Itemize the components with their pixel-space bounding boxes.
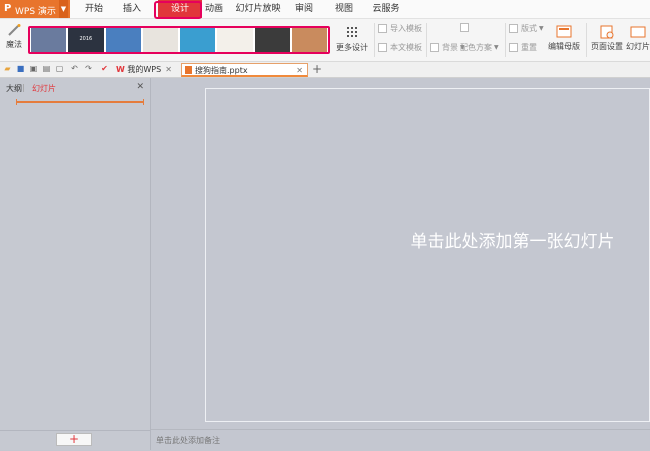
- layout-icon: [509, 24, 518, 33]
- template-thumb[interactable]: [105, 28, 141, 52]
- color-scheme-button[interactable]: 配色方案 ▼: [460, 42, 499, 53]
- import-template-button[interactable]: 导入模板: [378, 23, 422, 34]
- grid-icon: [344, 26, 360, 40]
- import-icon: [378, 24, 387, 33]
- tab-document[interactable]: 搜狗指南.pptx ✕: [181, 63, 308, 77]
- palette-button[interactable]: [460, 23, 472, 32]
- magic-wand-icon: [6, 23, 22, 37]
- tab-slideshow[interactable]: 幻灯片放映: [234, 0, 282, 18]
- add-slide-button[interactable]: +: [56, 433, 92, 446]
- slides-panel: 大纲 | 幻灯片 ✕ +: [0, 78, 151, 450]
- more-design-button[interactable]: 更多设计: [334, 26, 370, 53]
- layout-button[interactable]: 版式 ▼: [509, 23, 544, 34]
- more-design-label: 更多设计: [336, 43, 368, 52]
- divider: [426, 23, 427, 57]
- reset-button[interactable]: 重置: [509, 42, 537, 53]
- chevron-down-icon[interactable]: ▼: [59, 0, 68, 18]
- notes-placeholder[interactable]: 单击此处添加备注: [156, 435, 220, 446]
- tab-my-wps-label: 我的WPS: [127, 65, 162, 74]
- template-gallery[interactable]: 2016: [28, 26, 330, 54]
- template-thumb[interactable]: [180, 28, 216, 52]
- ribbon: 魔法 2016 更多设计 导入模板 本文模板 背景 ▼ 配色方案 ▼ 版式 ▼ 重置: [0, 19, 650, 62]
- tab-animation[interactable]: 动画: [202, 0, 226, 18]
- palette-icon: [460, 23, 469, 32]
- add-first-slide-prompt[interactable]: 单击此处添加第一张幻灯片: [206, 227, 649, 252]
- open-folder-icon[interactable]: ▰: [3, 64, 12, 74]
- divider: [374, 23, 375, 57]
- highlight-box: [154, 1, 202, 19]
- slide-editor: 单击此处添加第一张幻灯片: [151, 78, 650, 428]
- save-icon[interactable]: ■: [16, 64, 25, 74]
- template-thumb[interactable]: [142, 28, 178, 52]
- quick-access-toolbar: ▰ ■ ▣ ▤ ▢ ↶ ↷ ✔ W 我的WPS ✕ 搜狗指南.pptx ✕ +: [0, 62, 650, 78]
- tab-view[interactable]: 视图: [330, 0, 358, 18]
- divider: [0, 430, 150, 431]
- tab-home[interactable]: 开始: [80, 0, 108, 18]
- app-menu-button[interactable]: P WPS 演示 ▼: [0, 0, 70, 18]
- app-name: WPS 演示: [15, 7, 56, 17]
- edit-master-button[interactable]: 编辑母版: [546, 25, 582, 52]
- template-thumb[interactable]: [291, 28, 327, 52]
- preview-icon[interactable]: ▢: [55, 64, 64, 74]
- divider: [505, 23, 506, 57]
- insertion-marker: [16, 99, 144, 105]
- export-icon[interactable]: ▣: [29, 64, 38, 74]
- new-tab-plus-icon[interactable]: +: [312, 63, 322, 75]
- print-icon[interactable]: ▤: [42, 64, 51, 74]
- close-icon[interactable]: ✕: [165, 63, 172, 76]
- tab-cloud[interactable]: 云服务: [366, 0, 406, 18]
- magic-label: 魔法: [6, 40, 22, 49]
- template-thumb[interactable]: [254, 28, 290, 52]
- slide-size-icon: [630, 25, 646, 39]
- background-icon: [430, 43, 439, 52]
- notes-pane[interactable]: 单击此处添加备注: [151, 429, 650, 451]
- page-setup-button[interactable]: 页面设置: [590, 25, 624, 52]
- page-setup-icon: [599, 25, 615, 39]
- template-thumb[interactable]: [217, 28, 253, 52]
- slide-size-button[interactable]: 幻灯片: [626, 25, 650, 52]
- tab-review[interactable]: 审阅: [290, 0, 318, 18]
- slide-placeholder[interactable]: 单击此处添加第一张幻灯片: [205, 88, 650, 422]
- template-icon: [378, 43, 387, 52]
- pptx-file-icon: [185, 66, 192, 74]
- wps-w-icon: W: [116, 65, 125, 74]
- pin-icon[interactable]: ✔: [100, 64, 109, 74]
- menu-bar: P WPS 演示 ▼ 开始 插入 设计 动画 幻灯片放映 审阅 视图 云服务: [0, 0, 650, 19]
- undo-icon[interactable]: ↶: [70, 64, 79, 74]
- tab-slides[interactable]: 幻灯片: [32, 83, 56, 94]
- template-thumb[interactable]: 2016: [68, 28, 104, 52]
- magic-button[interactable]: 魔法: [2, 23, 26, 50]
- close-icon[interactable]: ✕: [136, 82, 144, 92]
- tab-my-wps[interactable]: W 我的WPS ✕: [116, 63, 176, 77]
- panel-tabs: 大纲 | 幻灯片 ✕: [0, 78, 150, 96]
- template-thumb[interactable]: [31, 28, 67, 52]
- tab-outline[interactable]: 大纲: [6, 83, 22, 94]
- slide-master-icon: [556, 25, 572, 39]
- redo-icon[interactable]: ↷: [84, 64, 93, 74]
- close-icon[interactable]: ✕: [296, 64, 303, 77]
- tab-document-label: 搜狗指南.pptx: [195, 66, 248, 75]
- reset-icon: [509, 43, 518, 52]
- tab-insert[interactable]: 插入: [118, 0, 146, 18]
- divider: [586, 23, 587, 57]
- wps-logo-icon: P: [4, 3, 12, 14]
- body-template-button[interactable]: 本文模板: [378, 42, 422, 53]
- tab-divider: |: [22, 83, 25, 92]
